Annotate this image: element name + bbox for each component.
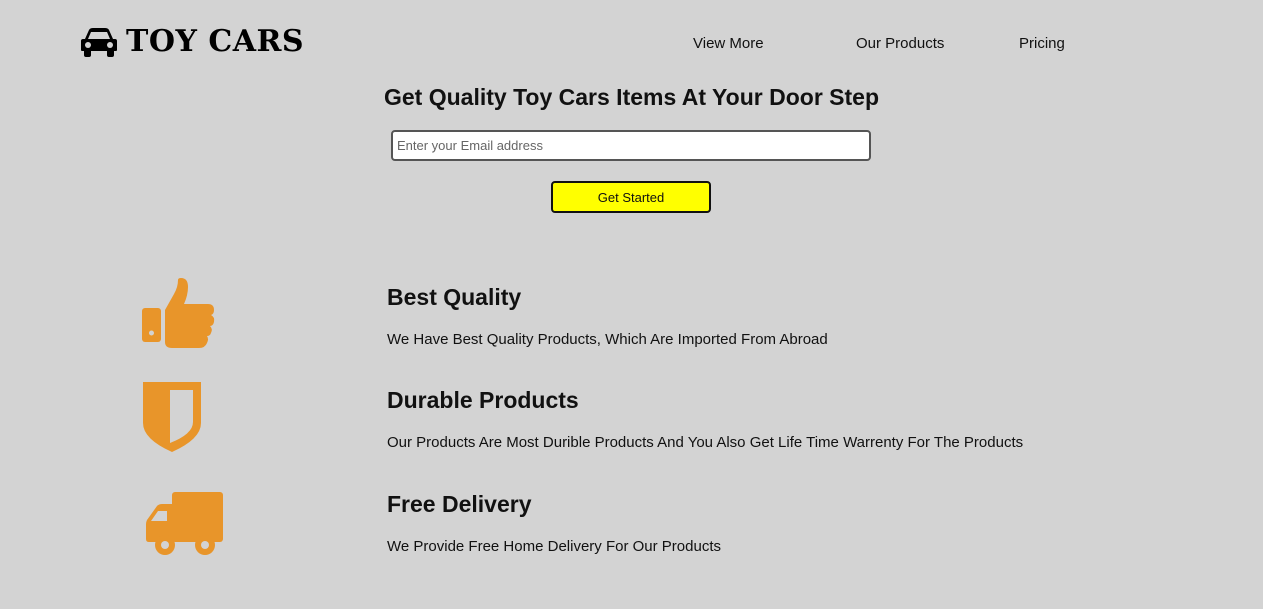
site-header: TOY CARS View More Our Products Pricing: [0, 0, 1263, 80]
feature-desc-free-delivery: We Provide Free Home Delivery For Our Pr…: [387, 538, 721, 555]
thumbs-up-icon: [142, 278, 216, 355]
nav-our-products[interactable]: Our Products: [856, 35, 944, 53]
logo-text: TOY CARS: [126, 24, 305, 59]
get-started-button[interactable]: Get Started: [551, 181, 711, 213]
nav-view-more[interactable]: View More: [693, 35, 764, 53]
shield-icon: [142, 381, 202, 458]
logo[interactable]: TOY CARS: [80, 24, 304, 60]
hero-title: Get Quality Toy Cars Items At Your Door …: [383, 84, 880, 110]
feature-title-durable-products: Durable Products: [387, 387, 579, 413]
feature-title-free-delivery: Free Delivery: [387, 491, 532, 517]
feature-desc-best-quality: We Have Best Quality Products, Which Are…: [387, 331, 828, 348]
feature-desc-durable-products: Our Products Are Most Durible Products A…: [387, 434, 1024, 451]
nav-pricing[interactable]: Pricing: [1019, 35, 1065, 53]
email-input[interactable]: [391, 130, 871, 161]
car-icon: [80, 26, 118, 58]
delivery-truck-icon: [145, 490, 225, 561]
feature-title-best-quality: Best Quality: [387, 284, 522, 310]
